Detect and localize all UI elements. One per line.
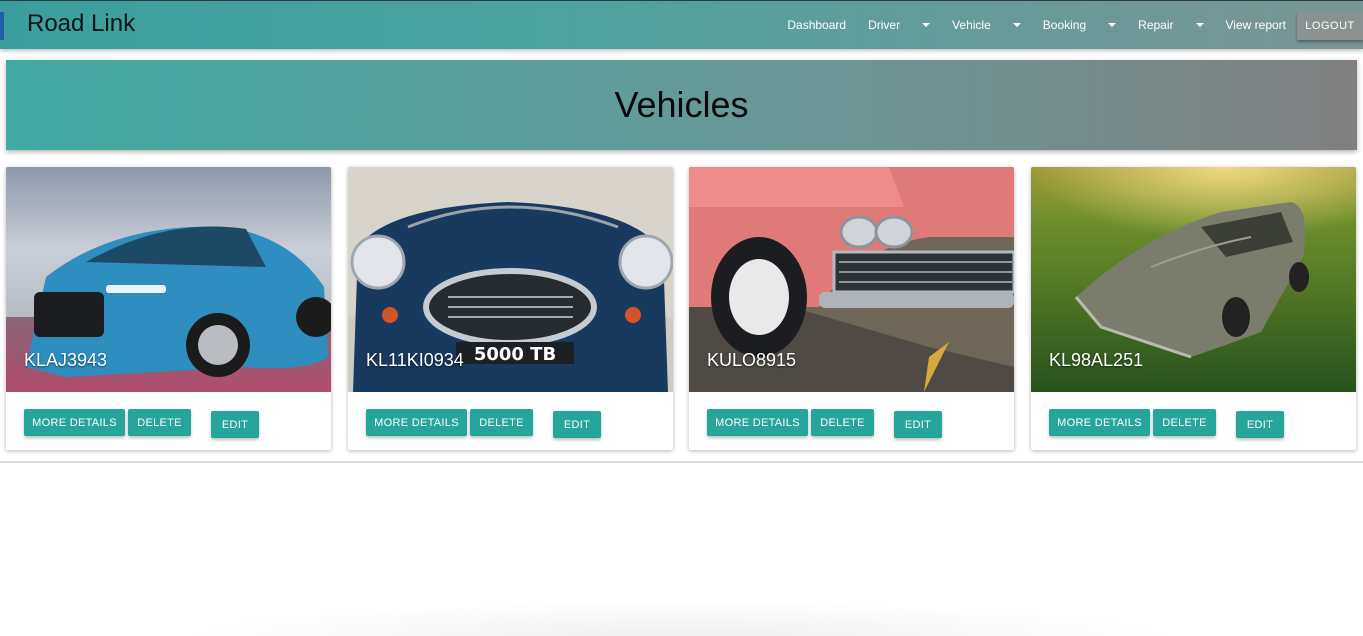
content-divider xyxy=(0,461,1363,463)
nav-view-report-label: View report xyxy=(1225,18,1286,32)
footer-shadow xyxy=(170,600,1190,636)
nav-booking-dropdown[interactable]: Booking xyxy=(1032,1,1127,49)
more-details-button[interactable]: MORE DETAILS xyxy=(366,409,467,436)
caret-down-icon xyxy=(1195,23,1204,27)
vehicle-reg-number: KULO8915 xyxy=(707,350,797,370)
edit-button[interactable]: EDIT xyxy=(1236,411,1284,438)
delete-button[interactable]: DELETE xyxy=(1153,409,1216,436)
edit-button[interactable]: EDIT xyxy=(211,411,259,438)
vehicle-card: KULO8915 MORE DETAILS DELETE EDIT xyxy=(689,167,1014,450)
vehicle-card: KLAJ3943 MORE DETAILS DELETE EDIT xyxy=(6,167,331,450)
more-details-button[interactable]: MORE DETAILS xyxy=(707,409,808,436)
nav-vehicle-dropdown[interactable]: Vehicle xyxy=(941,1,1032,49)
vehicle-card: 5000 TB KL11KI0934 MORE DETAILS DELETE E… xyxy=(348,167,673,450)
license-plate-text: 5000 TB xyxy=(474,344,556,365)
nav-driver-dropdown[interactable]: Driver xyxy=(857,1,941,49)
nav-booking-label: Booking xyxy=(1042,18,1087,32)
nav-dashboard-label: Dashboard xyxy=(787,18,847,32)
page-title: Vehicles xyxy=(614,84,749,125)
delete-button[interactable]: DELETE xyxy=(128,409,191,436)
top-navbar: Road Link Dashboard Driver Vehicle Booki… xyxy=(0,0,1363,49)
brand-accent-bar xyxy=(0,12,4,40)
more-details-button[interactable]: MORE DETAILS xyxy=(1049,409,1150,436)
brand-logo[interactable]: Road Link xyxy=(27,10,135,38)
nav-repair-dropdown[interactable]: Repair xyxy=(1127,1,1214,49)
edit-button[interactable]: EDIT xyxy=(553,411,601,438)
page-header-banner: Vehicles xyxy=(6,60,1357,150)
nav-repair-label: Repair xyxy=(1138,18,1174,32)
nav-vehicle-label: Vehicle xyxy=(952,18,991,32)
logout-button[interactable]: LOGOUT xyxy=(1297,12,1363,40)
caret-down-icon xyxy=(1108,23,1117,27)
delete-button[interactable]: DELETE xyxy=(811,409,874,436)
nav-dashboard[interactable]: Dashboard xyxy=(776,1,857,49)
delete-button[interactable]: DELETE xyxy=(470,409,533,436)
caret-down-icon xyxy=(1012,23,1021,27)
edit-button[interactable]: EDIT xyxy=(894,411,942,438)
caret-down-icon xyxy=(922,23,931,27)
vehicle-card: KL98AL251 MORE DETAILS DELETE EDIT xyxy=(1031,167,1356,450)
vehicle-reg-number: KLAJ3943 xyxy=(24,350,108,370)
nav-view-report[interactable]: View report xyxy=(1215,1,1297,49)
vehicle-reg-number: KL11KI0934 xyxy=(366,350,464,370)
nav-driver-label: Driver xyxy=(868,18,901,32)
vehicle-reg-number: KL98AL251 xyxy=(1049,350,1144,370)
nav-menu: Dashboard Driver Vehicle Booking Repair … xyxy=(776,1,1363,49)
more-details-button[interactable]: MORE DETAILS xyxy=(24,409,125,436)
